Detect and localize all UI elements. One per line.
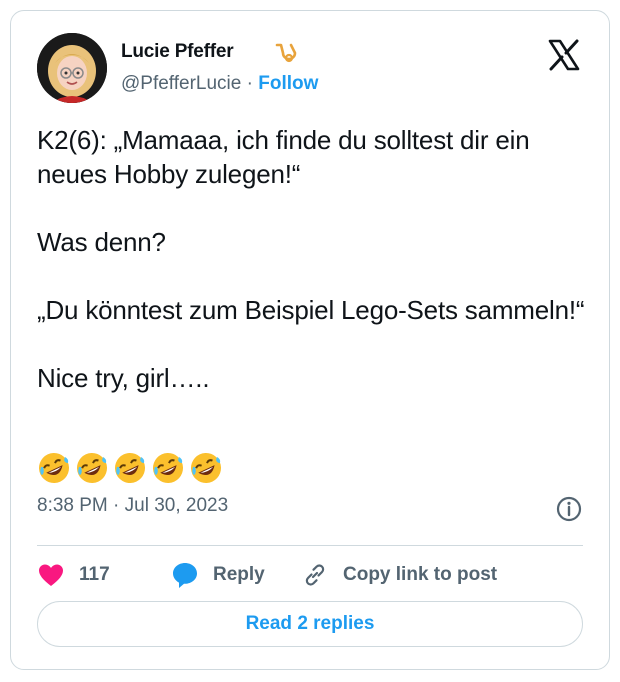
rofl-emoji-icon [39,453,69,483]
handle-separator: · [246,73,253,94]
timestamp-separator: · [113,495,120,516]
tweet-time: 8:38 PM [37,495,108,516]
copy-link-label: Copy link to post [343,564,498,585]
rofl-emoji-icon [191,453,221,483]
author-avatar[interactable] [37,33,107,103]
reply-label: Reply [213,564,265,585]
handle-row: @PfefferLucie · Follow [121,73,318,95]
heart-icon [39,564,63,586]
avatar-icon [37,33,107,103]
read-replies-button[interactable]: Read 2 replies [37,601,583,647]
emoji-row: 🤣🤣🤣🤣🤣 [37,451,223,487]
tweet-date: Jul 30, 2023 [124,495,229,516]
read-replies-label: Read 2 replies [245,613,375,634]
author-handle[interactable]: @PfefferLucie [121,73,241,94]
likes-count: 117 [79,564,110,585]
info-icon[interactable] [555,495,583,523]
link-icon [305,564,325,586]
copy-link-button[interactable]: Copy link to post [301,553,497,597]
tweet-card: Lucie Pfeffer @PfefferLucie · Follow K2(… [10,10,610,670]
action-bar: 117 Reply Copy link to post [37,553,583,597]
rofl-emoji-icon [115,453,145,483]
author-name[interactable]: Lucie Pfeffer [121,41,234,63]
rofl-emoji-icon [153,453,183,483]
timestamp-link[interactable]: 8:38 PM · Jul 30, 2023 [37,495,228,517]
follow-button[interactable]: Follow [258,73,318,94]
reply-bubble-icon [173,563,197,588]
rofl-emoji-icon [77,453,107,483]
divider [37,545,583,546]
horn-badge-icon [275,43,297,63]
reply-button[interactable]: Reply [171,553,265,597]
tweet-text: K2(6): „Mamaaa, ich finde du solltest di… [37,125,585,393]
like-button[interactable]: 117 [37,553,110,597]
tweet-header: Lucie Pfeffer @PfefferLucie · Follow [37,33,583,105]
x-logo-icon[interactable] [547,39,581,71]
